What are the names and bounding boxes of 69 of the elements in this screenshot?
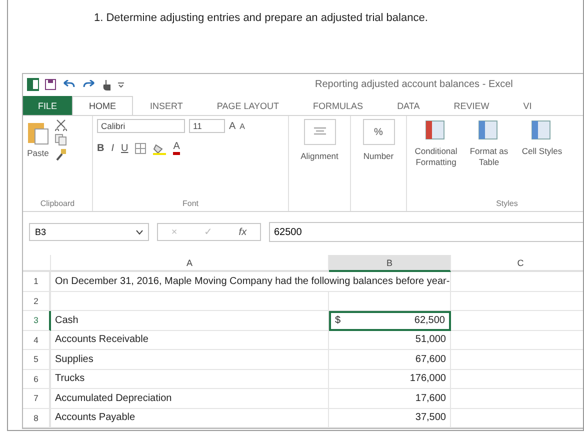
bold-button[interactable]: B — [97, 143, 104, 154]
borders-icon[interactable] — [135, 143, 146, 154]
table-cell[interactable]: Cash — [51, 311, 329, 330]
percent-icon[interactable]: % — [374, 126, 383, 138]
row-header[interactable]: 3 — [23, 311, 51, 330]
styles-button[interactable]: Cell Styles — [522, 146, 562, 157]
table-cell[interactable]: 176,000 — [329, 370, 451, 389]
styles-button[interactable]: Conditional Formatting — [411, 146, 461, 167]
row-header[interactable]: 7 — [23, 389, 51, 408]
table-cell[interactable]: 67,600 — [329, 350, 451, 370]
number-button[interactable]: Number — [363, 151, 394, 162]
cell-value: 67,600 — [415, 354, 446, 365]
cell-value: 37,500 — [415, 412, 446, 424]
table-cell[interactable]: On December 31, 2016, Maple Moving Company had the following balances before year- — [51, 272, 451, 292]
cell-value: 62,500 — [414, 315, 445, 326]
table-cell[interactable]: $ 62,500 — [329, 311, 451, 330]
file-tab[interactable]: FILE — [23, 96, 72, 116]
underline-button[interactable]: U — [121, 143, 128, 154]
group-label: Styles — [495, 199, 519, 210]
ribbon-tab[interactable]: HOME — [72, 96, 134, 116]
table-cell[interactable] — [51, 292, 329, 311]
shrink-font-button[interactable]: A — [240, 122, 246, 131]
formula-field[interactable]: 62500 — [269, 222, 583, 242]
undo-icon[interactable] — [62, 80, 76, 90]
column-header[interactable]: A — [51, 255, 329, 272]
paste-button[interactable]: Paste — [27, 148, 49, 159]
group-label: Font — [181, 199, 200, 210]
cell-value: 17,600 — [415, 392, 446, 404]
fill-bucket-icon[interactable] — [153, 142, 166, 155]
row-header[interactable]: 8 — [23, 408, 51, 428]
function-button[interactable]: fx — [238, 226, 247, 238]
font-name-field[interactable]: Calibri — [97, 119, 185, 134]
spreadsheet-logo-icon[interactable] — [27, 78, 39, 92]
cell-value: 176,000 — [410, 373, 446, 384]
row-header[interactable]: 1 — [23, 272, 51, 292]
question-text: 1. Determine adjusting entries and prepare an adjusted trial balance. — [93, 11, 429, 26]
group-label: Clipboard — [39, 199, 76, 210]
styles-button[interactable]: Format as Table — [464, 146, 514, 167]
font-color-button[interactable]: A — [173, 142, 180, 156]
italic-button[interactable]: I — [111, 143, 114, 154]
paintbrush-icon[interactable] — [55, 149, 67, 162]
table-cell[interactable]: Accumulated Depreciation — [51, 389, 329, 408]
scissors-icon[interactable] — [55, 119, 67, 132]
redo-icon[interactable] — [82, 80, 96, 90]
grow-font-button[interactable]: A — [229, 120, 236, 132]
row-header[interactable]: 4 — [23, 330, 51, 350]
table-cell[interactable]: 51,000 — [329, 330, 451, 350]
row-header[interactable]: 5 — [23, 350, 51, 370]
column-header[interactable]: B — [329, 255, 451, 272]
currency-sign: $ — [335, 315, 341, 326]
table-cell[interactable]: Accounts Payable — [51, 408, 329, 428]
alignment-button[interactable]: Alignment — [300, 151, 338, 162]
customize-icon[interactable] — [118, 82, 124, 88]
window-title: Reporting adjusted account balances - Excel — [315, 79, 513, 90]
alignment-icon[interactable] — [304, 119, 336, 146]
table-cell[interactable]: Trucks — [51, 370, 329, 389]
dropdown-icon[interactable] — [136, 230, 143, 234]
row-header[interactable]: 2 — [23, 292, 51, 311]
table-cell[interactable]: 17,600 — [329, 389, 451, 408]
touch-hand-icon[interactable] — [102, 78, 112, 91]
table-cell[interactable] — [329, 292, 451, 311]
table-cell[interactable]: 37,500 — [329, 408, 451, 428]
save-icon[interactable] — [45, 79, 56, 90]
font-size-field[interactable]: 11 — [189, 119, 225, 134]
cell-value: 51,000 — [415, 334, 446, 346]
table-cell[interactable]: Accounts Receivable — [51, 330, 329, 350]
row-header[interactable]: 6 — [23, 370, 51, 389]
table-cell[interactable]: Supplies — [51, 350, 329, 370]
name-box[interactable]: B3 — [29, 223, 149, 241]
